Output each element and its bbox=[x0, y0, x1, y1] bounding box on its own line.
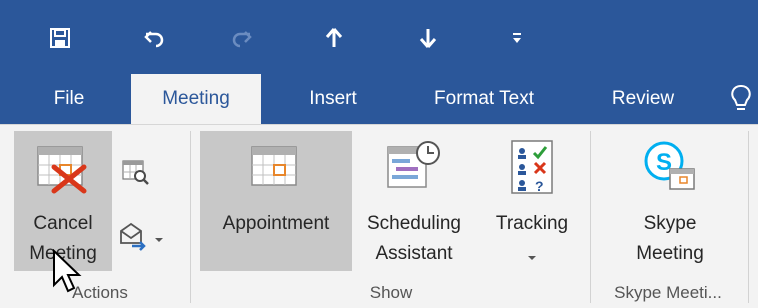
cancel-meeting-label-line1: Cancel bbox=[33, 213, 93, 234]
chevron-down-icon bbox=[527, 249, 537, 267]
next-item-icon[interactable] bbox=[408, 18, 448, 58]
lightbulb-icon[interactable] bbox=[730, 84, 758, 120]
scheduling-assistant-icon bbox=[386, 139, 442, 198]
scheduling-assistant-button[interactable]: Scheduling Assistant bbox=[352, 131, 476, 271]
forward-icon bbox=[118, 221, 148, 256]
tab-format-text[interactable]: Format Text bbox=[403, 74, 565, 124]
previous-item-icon[interactable] bbox=[314, 18, 354, 58]
forward-button[interactable] bbox=[114, 217, 170, 257]
mouse-cursor-icon bbox=[52, 248, 82, 298]
calendar-search-button[interactable] bbox=[116, 151, 156, 191]
group-label-show: Show bbox=[369, 283, 413, 302]
skype-meeting-label-line2: Meeting bbox=[636, 243, 704, 264]
skype-meeting-button[interactable]: S Skype Meeting bbox=[598, 131, 742, 271]
chevron-down-icon bbox=[154, 231, 164, 249]
undo-icon[interactable] bbox=[134, 18, 174, 58]
quick-access-toolbar bbox=[0, 0, 758, 74]
tracking-button[interactable]: ? Tracking bbox=[482, 131, 582, 271]
tracking-icon: ? bbox=[510, 139, 554, 200]
skype-meeting-label-line1: Skype bbox=[643, 213, 697, 234]
customize-toolbar-icon[interactable] bbox=[497, 18, 537, 58]
svg-text:?: ? bbox=[535, 178, 544, 194]
cancel-meeting-icon bbox=[36, 145, 92, 200]
tab-review[interactable]: Review bbox=[588, 74, 698, 124]
ribbon-tabs: File Meeting Insert Format Text Review bbox=[0, 74, 758, 124]
group-divider bbox=[748, 131, 749, 303]
calendar-search-icon bbox=[122, 159, 150, 190]
appointment-label: Appointment bbox=[222, 213, 330, 234]
tracking-label: Tracking bbox=[495, 213, 569, 234]
redo-icon[interactable] bbox=[222, 18, 262, 58]
tab-meeting[interactable]: Meeting bbox=[131, 74, 261, 124]
group-divider bbox=[590, 131, 591, 303]
group-label-skype: Skype Meeti... bbox=[614, 283, 722, 302]
tab-file[interactable]: File bbox=[30, 74, 108, 124]
appointment-calendar-icon bbox=[250, 145, 300, 194]
ribbon-content: Cancel Meeting Actions Appointment Sched… bbox=[0, 124, 758, 308]
scheduling-label-line2: Assistant bbox=[375, 243, 453, 264]
group-divider bbox=[190, 131, 191, 303]
skype-meeting-icon: S bbox=[642, 139, 698, 198]
appointment-button[interactable]: Appointment bbox=[200, 131, 352, 271]
tab-insert[interactable]: Insert bbox=[287, 74, 379, 124]
group-label-actions: Actions bbox=[72, 283, 128, 302]
scheduling-label-line1: Scheduling bbox=[366, 213, 462, 234]
save-icon[interactable] bbox=[40, 18, 80, 58]
